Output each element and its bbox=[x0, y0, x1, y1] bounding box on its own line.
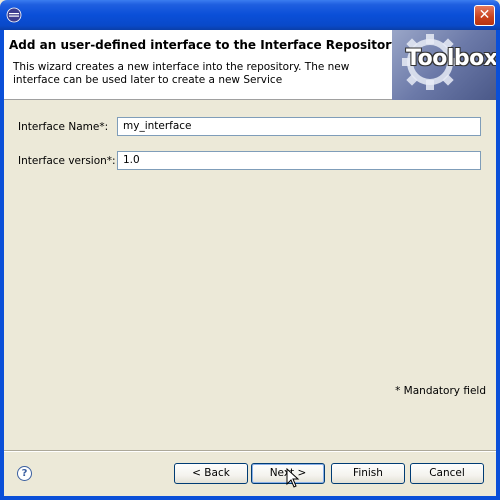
help-icon[interactable]: ? bbox=[17, 466, 32, 481]
interface-version-label: Interface version*: bbox=[18, 155, 116, 167]
window-frame-left bbox=[0, 30, 4, 500]
toolbox-logo: Toolbox bbox=[392, 30, 496, 100]
mouse-cursor-icon bbox=[286, 468, 300, 488]
logo-text: Toolbox bbox=[406, 46, 496, 71]
close-button[interactable]: ✕ bbox=[474, 5, 495, 26]
cancel-button[interactable]: Cancel bbox=[410, 463, 484, 484]
window-frame-right bbox=[496, 30, 500, 500]
title-bar[interactable]: ✕ bbox=[0, 0, 500, 30]
mandatory-field-note: * Mandatory field bbox=[395, 385, 486, 397]
interface-name-input[interactable]: my_interface bbox=[117, 117, 481, 136]
window-frame-bottom bbox=[0, 496, 500, 500]
eclipse-app-icon bbox=[6, 7, 22, 23]
footer-separator bbox=[4, 450, 496, 452]
interface-name-label: Interface Name*: bbox=[18, 121, 109, 133]
finish-button[interactable]: Finish bbox=[331, 463, 405, 484]
wizard-title: Add an user-defined interface to the Int… bbox=[9, 38, 399, 52]
wizard-description: This wizard creates a new interface into… bbox=[13, 61, 350, 86]
back-button[interactable]: < Back bbox=[174, 463, 248, 484]
interface-version-input[interactable]: 1.0 bbox=[117, 151, 481, 170]
wizard-banner: Add an user-defined interface to the Int… bbox=[4, 30, 496, 100]
